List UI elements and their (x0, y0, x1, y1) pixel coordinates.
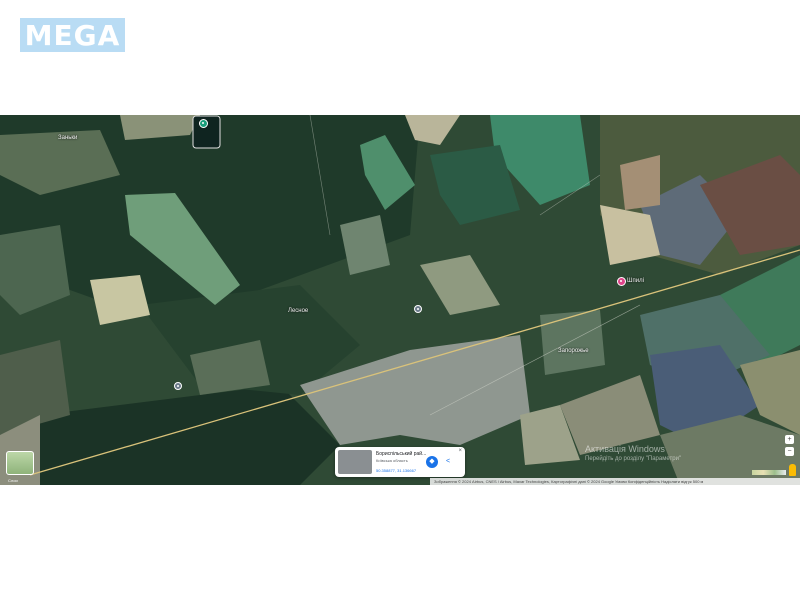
mega-logo[interactable]: MEGA (20, 18, 125, 52)
satellite-map[interactable]: Заньки Лесное Запорожье Шпилі Слои Борис… (0, 115, 800, 485)
lake-place-pin-icon[interactable] (199, 119, 208, 128)
zoom-in-button[interactable]: + (785, 435, 794, 444)
satellite-imagery (0, 115, 800, 485)
place-coordinates[interactable]: 50.358877, 31.136667 (376, 468, 416, 473)
place-info-card[interactable]: Бориспільський рай... Київська область 5… (335, 447, 465, 477)
zoom-out-button[interactable]: − (785, 447, 794, 456)
logo-text: MEGA (24, 18, 121, 52)
village-label-center: Лесное (288, 308, 309, 314)
village-label-zaporizhzhia: Запорожье (558, 348, 589, 354)
place-thumbnail[interactable] (338, 450, 372, 474)
layers-toggle-button[interactable] (6, 451, 34, 475)
page: MEGA Заньки Лесное Запорожье Шпилі Слои … (0, 0, 800, 600)
selected-place-pin-icon[interactable] (617, 277, 626, 286)
directions-icon[interactable]: ◆ (426, 456, 438, 468)
close-icon[interactable]: × (458, 448, 462, 454)
share-icon[interactable]: < (442, 456, 454, 468)
place-title[interactable]: Бориспільський рай... (376, 451, 426, 457)
place-subtitle: Київська область (376, 458, 408, 463)
place-dot-icon[interactable] (414, 305, 422, 313)
layers-label: Слои (8, 478, 18, 483)
street-view-pegman-icon[interactable] (789, 464, 796, 476)
place-dot-icon[interactable] (174, 382, 182, 390)
windows-activation-title: Активація Windows (585, 444, 665, 454)
map-attribution-bar: Зображення © 2024 Airbus, CNES / Airbus,… (430, 478, 800, 485)
village-label-small: Шпилі (627, 278, 644, 284)
windows-activation-subtitle: Перейдіть до розділу "Параметри" (585, 456, 682, 462)
village-label-zanky: Заньки (58, 135, 78, 141)
map-type-thumbnails[interactable] (752, 470, 786, 475)
